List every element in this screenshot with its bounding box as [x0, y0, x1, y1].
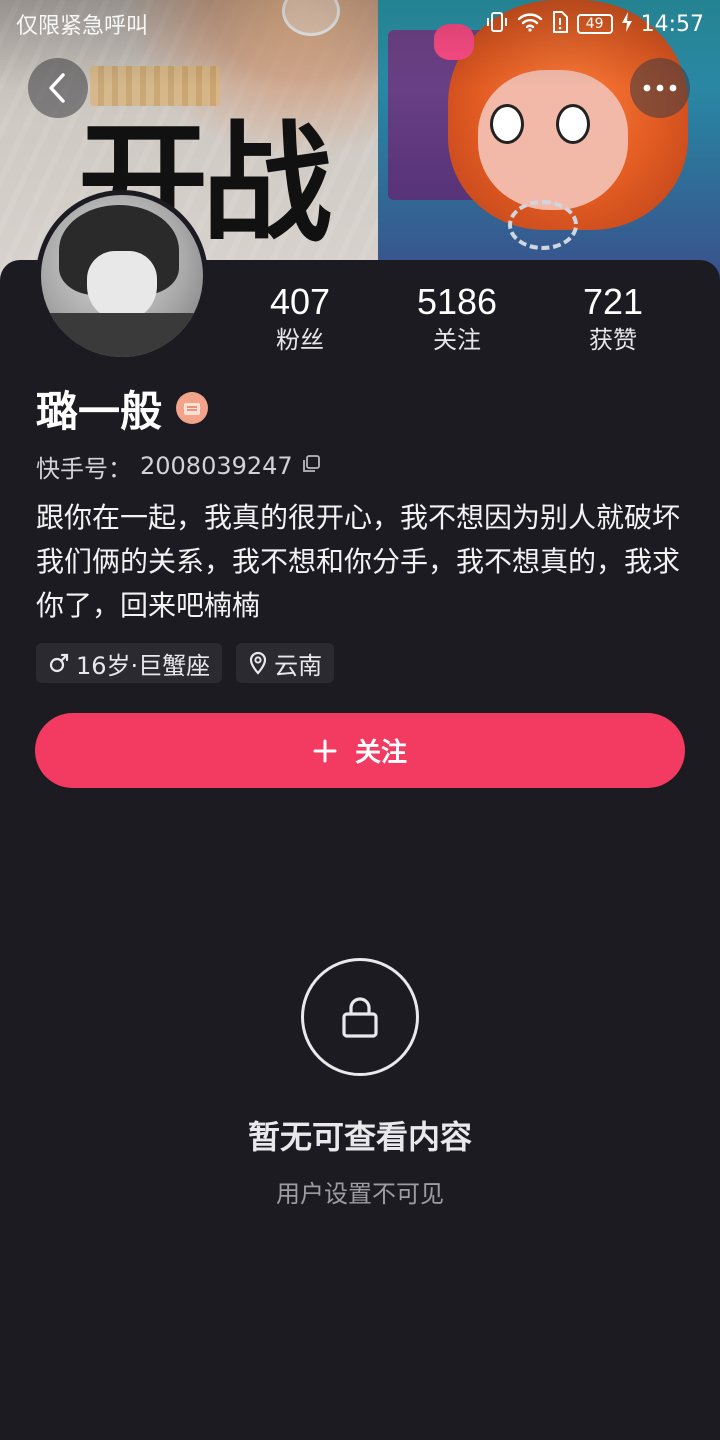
battery-icon: 49 [576, 14, 613, 34]
sim-alert-icon [551, 10, 569, 38]
charging-icon [621, 11, 633, 38]
follow-button-label: 关注 [354, 738, 407, 768]
vibrate-icon [485, 11, 509, 38]
location-pin-icon [250, 651, 267, 675]
carrier-text: 仅限紧急呼叫 [16, 14, 149, 39]
stat-label: 粉丝 [276, 326, 324, 354]
stat-likes[interactable]: 721 获赞 [538, 282, 688, 356]
tag-age-constellation: 16岁·巨蟹座 [36, 643, 223, 683]
stat-following[interactable]: 5186 关注 [382, 282, 532, 356]
kwai-id-label: 快手号： [36, 454, 132, 483]
profile-tags: 16岁·巨蟹座 云南 [36, 643, 335, 683]
copy-icon[interactable] [301, 452, 321, 480]
stat-value: 5186 [416, 281, 498, 322]
tag-location-label: 云南 [274, 651, 323, 680]
chevron-left-icon [49, 73, 65, 103]
back-button[interactable] [28, 58, 88, 118]
level-badge-icon[interactable] [176, 392, 209, 424]
stat-fans[interactable]: 407 粉丝 [225, 282, 375, 356]
tag-location: 云南 [236, 643, 335, 683]
more-button[interactable] [630, 58, 690, 118]
kwai-id-value: 2008039247 [140, 452, 293, 480]
male-icon [49, 653, 69, 673]
empty-state-subtitle: 用户设置不可见 [276, 1180, 444, 1208]
profile-stats: 407 粉丝 5186 关注 721 获赞 [0, 282, 720, 362]
empty-state-title: 暂无可查看内容 [247, 1118, 472, 1156]
follow-button[interactable]: 关注 [35, 713, 685, 788]
plus-icon [313, 739, 337, 762]
stat-label: 获赞 [589, 326, 637, 354]
more-dots-icon [643, 84, 677, 92]
clock: 14:57 [640, 11, 704, 37]
stat-value: 407 [269, 281, 331, 322]
name-row: 璐一般 [36, 380, 209, 436]
stat-label: 关注 [433, 326, 481, 354]
stat-value: 721 [582, 281, 644, 322]
wifi-icon [517, 12, 543, 37]
bio-text: 跟你在一起，我真的很开心，我不想因为别人就破坏我们俩的关系，我不想和你分手，我不… [36, 501, 681, 622]
lock-icon [301, 958, 419, 1076]
user-name: 璐一般 [36, 386, 163, 436]
tag-age-constellation-label: 16岁·巨蟹座 [76, 651, 211, 680]
status-bar: 仅限紧急呼叫 49 14:57 [0, 0, 720, 48]
kwai-id-row: 快手号： 2008039247 [36, 448, 321, 484]
profile-screen: 开战 仅限紧急呼叫 49 [0, 0, 720, 1440]
